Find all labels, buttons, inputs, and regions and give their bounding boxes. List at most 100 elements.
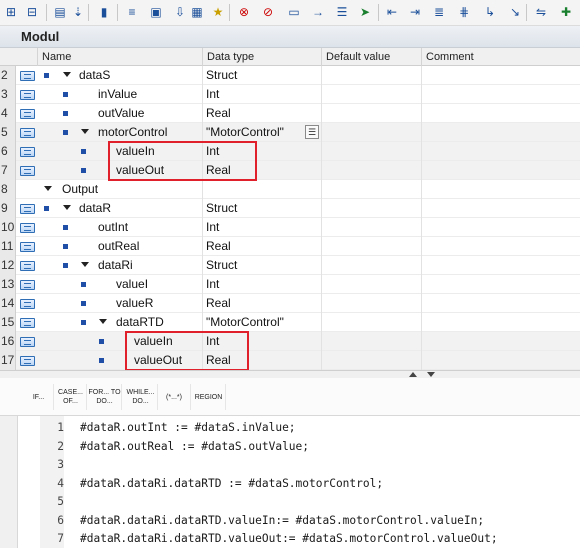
code-text[interactable]: #dataR.dataRi.dataRTD := #dataS.motorCon… — [80, 475, 383, 493]
bookmark-icon[interactable]: ↘ — [505, 2, 525, 22]
code-line[interactable]: 7 #dataR.dataRi.dataRTD.valueOut:= #dataS… — [18, 530, 580, 548]
table-row[interactable]: 13 valueI Int — [0, 275, 580, 294]
properties-icon[interactable]: ▮ — [94, 2, 114, 22]
table-row[interactable]: 11 outReal Real — [0, 237, 580, 256]
column-comment[interactable]: Comment — [421, 48, 580, 66]
align-icon[interactable]: ≣ — [429, 2, 449, 22]
row-data-type[interactable]: Struct — [206, 199, 237, 218]
table-row[interactable]: 7 valueOut Real — [0, 161, 580, 180]
scl-button-5[interactable]: REGION — [192, 384, 226, 410]
row-data-type[interactable]: "MotorControl" — [206, 313, 284, 332]
row-data-type[interactable]: Real — [206, 294, 231, 313]
code-line[interactable]: 5 — [18, 493, 580, 511]
splitter-bar[interactable] — [0, 370, 580, 378]
table-row[interactable]: 10 outInt Int — [0, 218, 580, 237]
go-icon[interactable]: ✚ — [556, 2, 576, 22]
star-icon[interactable]: ★ — [208, 2, 228, 22]
monitor-icon[interactable]: ▣ — [146, 2, 166, 22]
code-line[interactable]: 1 #dataR.outInt := #dataS.inValue; — [18, 419, 580, 437]
member-bullet-icon — [81, 301, 86, 306]
row-name[interactable]: dataRTD — [116, 313, 164, 332]
list-icon[interactable]: ☰ — [332, 2, 352, 22]
row-name[interactable]: inValue — [98, 85, 137, 104]
jump-icon[interactable]: ↳ — [480, 2, 500, 22]
expand-triangle-icon[interactable] — [63, 205, 71, 210]
table-row[interactable]: 9 dataR Struct — [0, 199, 580, 218]
scl-button-0[interactable]: IF... — [24, 384, 54, 410]
run-icon[interactable]: ➤ — [355, 2, 375, 22]
tag-icon — [20, 71, 35, 81]
code-line[interactable]: 2 #dataR.outReal := #dataS.outValue; — [18, 438, 580, 456]
table-row[interactable]: 17 valueOut Real — [0, 351, 580, 370]
add-breakpoint-icon[interactable]: ⊗ — [234, 2, 254, 22]
row-data-type[interactable]: Real — [206, 104, 231, 123]
code-text[interactable]: #dataR.dataRi.dataRTD.valueIn:= #dataS.m… — [80, 512, 484, 530]
row-name[interactable]: motorControl — [98, 123, 167, 142]
show-all-icon[interactable]: ≡ — [122, 2, 142, 22]
column-default-value[interactable]: Default value — [321, 48, 421, 66]
scl-button-2[interactable]: FOR... TO DO... — [88, 384, 122, 410]
table-row[interactable]: 16 valueIn Int — [0, 332, 580, 351]
expand-triangle-icon[interactable] — [99, 319, 107, 324]
move-down-icon[interactable]: ⊟ — [22, 2, 42, 22]
code-text[interactable]: #dataR.outInt := #dataS.inValue; — [80, 419, 296, 437]
row-name[interactable]: valueR — [116, 294, 153, 313]
table-row[interactable]: 6 valueIn Int — [0, 142, 580, 161]
table-row[interactable]: 3 inValue Int — [0, 85, 580, 104]
table-row[interactable]: 14 valueR Real — [0, 294, 580, 313]
row-data-type[interactable]: "MotorControl" — [206, 123, 284, 142]
expand-down-icon[interactable] — [427, 372, 435, 377]
row-data-type[interactable]: Int — [206, 218, 219, 237]
code-line[interactable]: 4 #dataR.dataRi.dataRTD := #dataS.motorCo… — [18, 475, 580, 493]
row-data-type[interactable]: Struct — [206, 66, 237, 85]
window-list-icon[interactable]: ▦ — [187, 2, 207, 22]
collapse-up-icon[interactable] — [409, 372, 417, 377]
indent-left-icon[interactable]: ⇤ — [382, 2, 402, 22]
scl-code-editor[interactable]: 1 #dataR.outInt := #dataS.inValue; 2 #dataR… — [18, 416, 580, 548]
scl-button-4[interactable]: (*...*) — [158, 384, 191, 410]
row-name[interactable]: dataR — [79, 199, 111, 218]
row-data-type[interactable]: Int — [206, 85, 219, 104]
row-name[interactable]: outValue — [98, 104, 144, 123]
member-bullet-icon — [81, 282, 86, 287]
expand-triangle-icon[interactable] — [44, 186, 52, 191]
scl-button-1[interactable]: CASE... OF... — [55, 384, 87, 410]
member-bullet-icon — [44, 206, 49, 211]
table-row[interactable]: 8 Output — [0, 180, 580, 199]
code-line[interactable]: 3 — [18, 456, 580, 474]
row-name[interactable]: dataS — [79, 66, 110, 85]
table-row[interactable]: 15 dataRTD "MotorControl" — [0, 313, 580, 332]
navigate-icon[interactable]: ⇋ — [531, 2, 551, 22]
row-data-type[interactable]: Struct — [206, 256, 237, 275]
table-row[interactable]: 4 outValue Real — [0, 104, 580, 123]
scl-button-3[interactable]: WHILE... DO... — [124, 384, 158, 410]
table-row[interactable]: 12 dataRi Struct — [0, 256, 580, 275]
type-dropdown-button[interactable]: ☰ — [305, 125, 319, 139]
window-icon[interactable]: ▤ — [50, 2, 70, 22]
code-text[interactable]: #dataR.outReal := #dataS.outValue; — [80, 438, 309, 456]
row-name[interactable]: Output — [62, 180, 98, 199]
expand-triangle-icon[interactable] — [63, 72, 71, 77]
expand-triangle-icon[interactable] — [81, 262, 89, 267]
move-down-arrow-icon[interactable]: ⇣ — [68, 2, 88, 22]
column-divider — [321, 218, 322, 237]
arrow-right-icon[interactable]: → — [308, 2, 328, 22]
table-row[interactable]: 2 dataS Struct — [0, 66, 580, 85]
remove-breakpoint-icon[interactable]: ⊘ — [258, 2, 278, 22]
row-data-type[interactable]: Real — [206, 237, 231, 256]
branch-icon[interactable]: ⋕ — [454, 2, 474, 22]
code-text[interactable]: #dataR.dataRi.dataRTD.valueOut:= #dataS.… — [80, 530, 498, 548]
expand-triangle-icon[interactable] — [81, 129, 89, 134]
close-gap-icon[interactable]: ▭ — [284, 2, 304, 22]
table-row[interactable]: 5 motorControl "MotorControl" ☰ — [0, 123, 580, 142]
code-line[interactable]: 6 #dataR.dataRi.dataRTD.valueIn:= #dataS.… — [18, 512, 580, 530]
row-data-type[interactable]: Int — [206, 275, 219, 294]
row-name[interactable]: valueI — [116, 275, 148, 294]
row-name[interactable]: outInt — [98, 218, 128, 237]
row-name[interactable]: outReal — [98, 237, 139, 256]
column-name[interactable]: Name — [37, 48, 203, 66]
insert-row-icon[interactable]: ⊞ — [1, 2, 21, 22]
row-name[interactable]: dataRi — [98, 256, 133, 275]
column-data-type[interactable]: Data type — [202, 48, 321, 66]
indent-right-icon[interactable]: ⇥ — [405, 2, 425, 22]
